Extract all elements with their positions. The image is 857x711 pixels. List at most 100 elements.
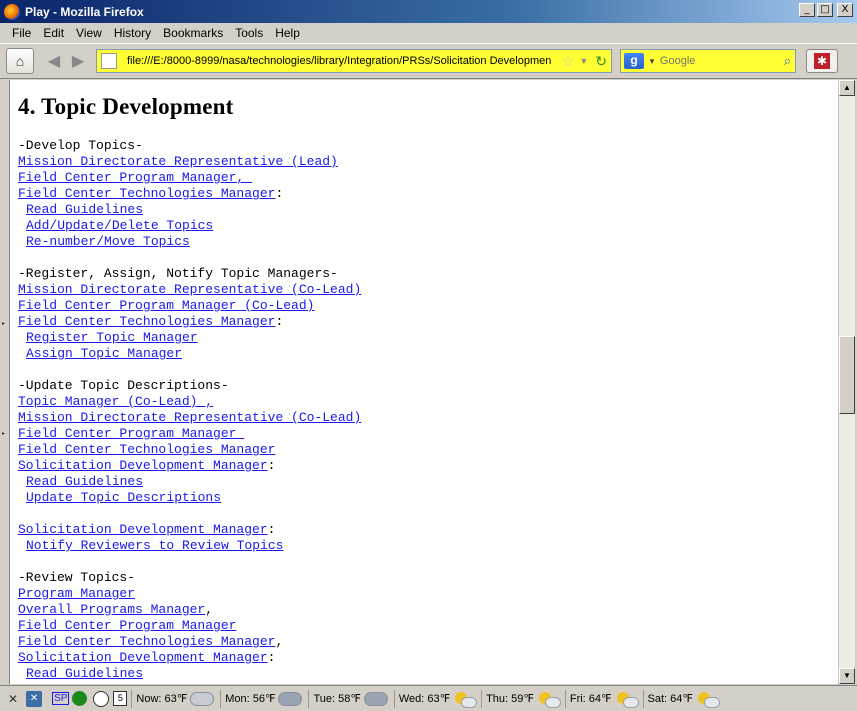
menu-tools[interactable]: Tools [229, 26, 269, 40]
task-link[interactable]: Re-number/Move Topics [26, 234, 190, 249]
role-link[interactable]: Field Center Program Manager [18, 618, 236, 633]
role-line: Field Center Technologies Manager [18, 442, 838, 458]
task-link[interactable]: Update Topic Descriptions [26, 490, 221, 505]
role-line: Field Center Program Manager, [18, 170, 838, 186]
address-bar[interactable]: file:///E:/8000-8999/nasa/technologies/l… [96, 49, 612, 73]
weather-item[interactable]: Mon: 56℉ [220, 689, 303, 708]
window-title: Play - Mozilla Firefox [25, 4, 144, 19]
role-line: Field Center Program Manager [18, 426, 838, 442]
weather-item[interactable]: Tue: 58℉ [308, 689, 388, 708]
role-suffix: , [205, 602, 214, 617]
task-link[interactable]: Read Guidelines [26, 474, 143, 489]
role-link[interactable]: Field Center Technologies Manager [18, 314, 275, 329]
search-input[interactable] [659, 55, 784, 67]
title-bar: Play - Mozilla Firefox _ □ X [0, 0, 857, 23]
weather-item[interactable]: Now: 63℉ [131, 689, 215, 708]
role-line: Program Manager [18, 586, 838, 602]
role-link[interactable]: Mission Directorate Representative (Lead… [18, 154, 338, 169]
menu-view[interactable]: View [70, 26, 108, 40]
weather-item[interactable]: Fri: 64℉ [564, 689, 639, 708]
menu-file[interactable]: File [6, 26, 37, 40]
url-text[interactable]: file:///E:/8000-8999/nasa/technologies/l… [127, 55, 560, 67]
back-button[interactable]: ◀ [42, 48, 66, 74]
menu-history[interactable]: History [108, 26, 157, 40]
role-link[interactable]: Program Manager [18, 586, 135, 601]
partly-sunny-icon [537, 691, 561, 708]
separator [220, 689, 222, 708]
task-link[interactable]: Register Topic Manager [26, 330, 198, 345]
weather-label: Thu: 59℉ [486, 693, 534, 705]
role-link[interactable]: Field Center Program Manager [18, 426, 244, 441]
separator [564, 689, 566, 708]
role-link[interactable]: Solicitation Development Manager [18, 458, 268, 473]
extension-icon[interactable]: ✕ [26, 690, 43, 707]
role-line: Mission Directorate Representative (Lead… [18, 154, 838, 170]
role-line: Topic Manager (Co-Lead) , [18, 394, 838, 410]
task-link[interactable]: Notify Reviewers to Review Topics [26, 538, 283, 553]
close-button[interactable]: X [837, 3, 853, 17]
menu-help[interactable]: Help [269, 26, 306, 40]
role-link[interactable]: Overall Programs Manager [18, 602, 205, 617]
google-icon[interactable]: g [624, 53, 644, 69]
vertical-scrollbar[interactable]: ▲ ▼ [838, 80, 855, 684]
globe-icon[interactable] [72, 691, 88, 706]
home-button[interactable]: ⌂ [6, 48, 34, 74]
role-link[interactable]: Field Center Program Manager (Co-Lead) [18, 298, 314, 313]
role-link[interactable]: Solicitation Development Manager [18, 650, 268, 665]
scroll-down-button[interactable]: ▼ [839, 668, 855, 684]
calendar-icon[interactable]: 5 [113, 691, 128, 706]
status-bar: ✕ ✕ SP 5 Now: 63℉ Mon: 56℉ Tue: 58℉ Wed: 63… [0, 685, 857, 711]
topic-section: Solicitation Development Manager: Notify … [18, 506, 838, 554]
reload-icon[interactable]: ↻ [595, 53, 607, 70]
search-engine-dropdown-icon[interactable]: ▼ [648, 57, 656, 66]
role-link[interactable]: Field Center Technologies Manager [18, 442, 275, 457]
partly-sunny-icon [615, 691, 639, 708]
role-link[interactable]: Mission Directorate Representative (Co-L… [18, 410, 361, 425]
weather-label: Fri: 64℉ [569, 693, 612, 705]
weather-item[interactable]: Thu: 59℉ [481, 689, 561, 708]
menu-edit[interactable]: Edit [37, 26, 70, 40]
role-link[interactable]: Field Center Technologies Manager [18, 186, 275, 201]
role-suffix: : [275, 314, 284, 329]
bookmark-star-icon[interactable]: ☆ [562, 53, 575, 70]
weather-item[interactable]: Sat: 64℉ [642, 689, 720, 708]
close-addon-bar-icon[interactable]: ✕ [8, 692, 18, 706]
minimize-button[interactable]: _ [799, 3, 815, 17]
scroll-up-button[interactable]: ▲ [839, 80, 855, 96]
role-link[interactable]: Topic Manager (Co-Lead) , [18, 394, 213, 409]
role-link[interactable]: Mission Directorate Representative (Co-L… [18, 282, 361, 297]
sidebar-splitter[interactable]: ▸ ▸ [0, 80, 9, 684]
grip-icon: ▸ [2, 431, 6, 437]
task-link[interactable]: Read Guidelines [26, 666, 143, 681]
separator [308, 689, 310, 708]
section-header: -Review Topics- [18, 570, 136, 585]
addon-button[interactable]: ✱ [806, 49, 838, 73]
role-line: Field Center Technologies Manager: [18, 186, 838, 202]
forward-button[interactable]: ▶ [66, 48, 90, 74]
role-link[interactable]: Field Center Program Manager, [18, 170, 252, 185]
task-link[interactable]: Add/Update/Delete Topics [26, 218, 213, 233]
role-link[interactable]: Solicitation Development Manager [18, 522, 268, 537]
task-line: Notify Reviewers to Review Topics [18, 538, 838, 554]
page-viewport: 4. Topic Development -Develop Topics- Mis… [9, 80, 838, 684]
cloud-icon [190, 691, 215, 706]
separator [481, 689, 483, 708]
menu-bookmarks[interactable]: Bookmarks [157, 26, 229, 40]
role-line: Mission Directorate Representative (Co-L… [18, 282, 838, 298]
task-line: Read Guidelines [18, 202, 838, 218]
page-icon [101, 53, 117, 69]
url-dropdown-icon[interactable]: ▼ [579, 56, 588, 66]
scroll-thumb[interactable] [839, 336, 855, 414]
search-icon[interactable]: ⌕ [784, 53, 791, 69]
role-link[interactable]: Field Center Technologies Manager [18, 634, 275, 649]
addon-icon: ✱ [814, 53, 830, 69]
weather-label: Now: 63℉ [136, 693, 188, 705]
weather-item[interactable]: Wed: 63℉ [393, 689, 478, 708]
task-link[interactable]: Read Guidelines [26, 202, 143, 217]
maximize-button[interactable]: □ [817, 3, 833, 17]
clock-icon[interactable] [93, 690, 110, 707]
sp-icon[interactable]: SP [52, 692, 70, 705]
task-link[interactable]: Assign Topic Manager [26, 346, 182, 361]
